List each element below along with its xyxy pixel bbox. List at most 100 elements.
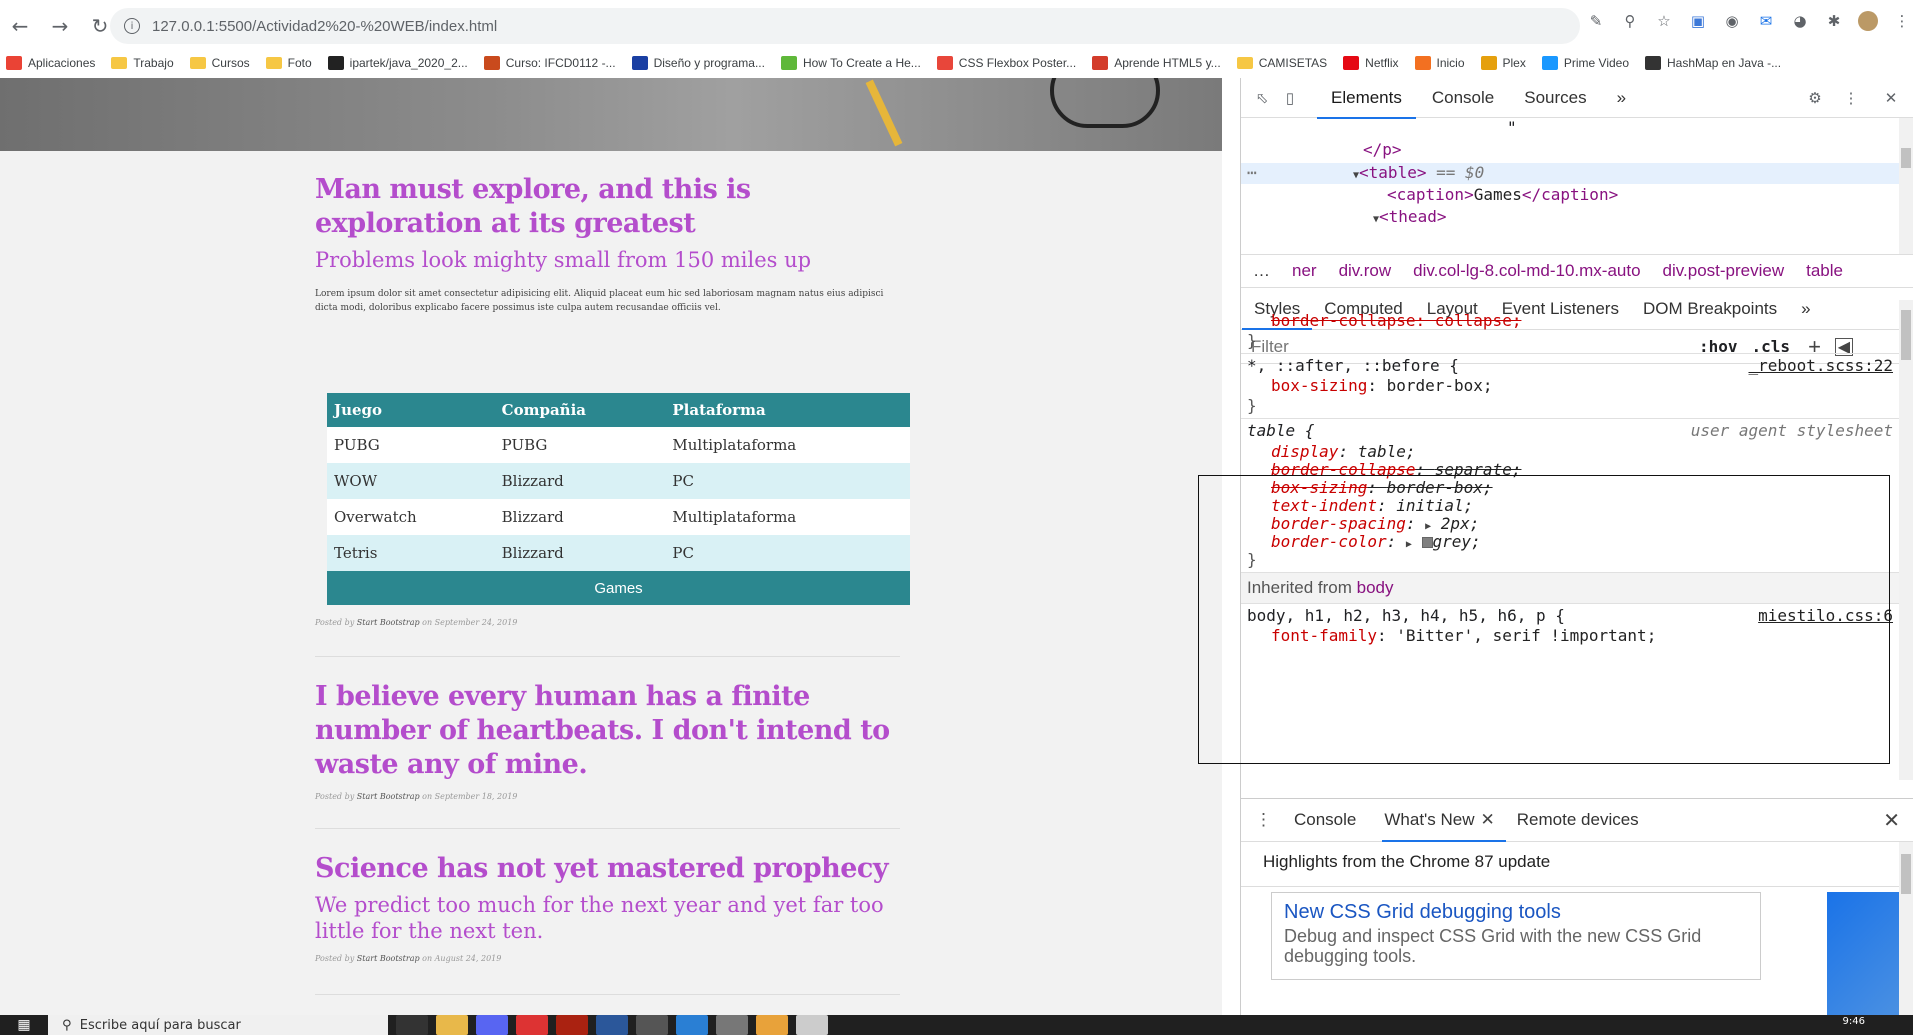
css-declaration[interactable]: text-indent: initial;	[1271, 496, 1473, 515]
expand-icon[interactable]: ▶	[1425, 521, 1431, 532]
vscode-icon[interactable]	[676, 1015, 708, 1035]
breadcrumb-item[interactable]: ner	[1292, 261, 1317, 281]
post-subtitle[interactable]: Problems look mighty small from 150 mile…	[315, 247, 900, 273]
taskbar-search[interactable]: ⚲ Escribe aquí para buscar	[48, 1015, 388, 1035]
app-icon[interactable]	[556, 1015, 588, 1035]
css-declaration[interactable]: border-color: ▶ grey;	[1271, 532, 1481, 551]
bookmark-item[interactable]: Curso: IFCD0112 -...	[483, 56, 616, 70]
puzzle-icon[interactable]: ✱	[1823, 10, 1845, 32]
tab-dom-breakpoints[interactable]: DOM Breakpoints	[1643, 299, 1777, 319]
device-toolbar-icon[interactable]: ▯	[1279, 87, 1301, 109]
rule-source-link[interactable]: _reboot.scss:22	[1749, 356, 1894, 375]
css-declaration[interactable]: border-collapse: separate;	[1271, 460, 1521, 479]
bookmark-item[interactable]: Cursos	[189, 56, 250, 70]
bookmark-item[interactable]: Aplicaciones	[6, 56, 95, 70]
dom-close-p[interactable]: </p>	[1363, 140, 1402, 159]
drawer-tab-remote-devices[interactable]: Remote devices	[1517, 810, 1639, 830]
forward-button[interactable]: →	[40, 6, 80, 46]
rule-selector[interactable]: *, ::after, ::before {	[1247, 356, 1459, 375]
dom-thead-node[interactable]: ▼<thead>	[1373, 207, 1446, 226]
zoom-icon[interactable]: ⚲	[1619, 10, 1641, 32]
css-declaration[interactable]: border-spacing: ▶ 2px;	[1271, 514, 1479, 533]
post-author[interactable]: Start Bootstrap	[357, 618, 420, 627]
extension-icon[interactable]: ◉	[1721, 10, 1743, 32]
css-declaration[interactable]: display: table;	[1271, 442, 1416, 461]
bookmark-item[interactable]: CSS Flexbox Poster...	[936, 56, 1076, 70]
calculator-icon[interactable]	[636, 1015, 668, 1035]
bookmark-item[interactable]: Foto	[265, 56, 312, 70]
drawer-close-icon[interactable]: ✕	[1883, 808, 1900, 833]
url-field[interactable]: i 127.0.0.1:5500/Actividad2%20-%20WEB/in…	[110, 8, 1580, 44]
more-subtabs-icon[interactable]: »	[1801, 299, 1810, 319]
rule-selector[interactable]: table {	[1247, 421, 1314, 440]
scrollbar-thumb[interactable]	[1901, 148, 1911, 168]
post-author[interactable]: Start Bootstrap	[357, 954, 420, 963]
breadcrumb-more-icon[interactable]: …	[1253, 261, 1270, 281]
bookmark-item[interactable]: HashMap en Java -...	[1645, 56, 1781, 70]
gear-icon[interactable]: ⚙	[1804, 87, 1826, 109]
dom-scrollbar[interactable]	[1899, 118, 1913, 254]
app-icon[interactable]	[716, 1015, 748, 1035]
breadcrumb-item[interactable]: div.post-preview	[1663, 261, 1785, 281]
post-title[interactable]: I believe every human has a finite numbe…	[315, 680, 900, 782]
windows-start-icon[interactable]: ▦	[0, 1015, 48, 1035]
drawer-tab-console[interactable]: Console	[1294, 810, 1356, 830]
post-subtitle[interactable]: We predict too much for the next year an…	[315, 892, 900, 944]
rule-selector[interactable]: body, h1, h2, h3, h4, h5, h6, p {	[1247, 606, 1565, 625]
inspect-element-icon[interactable]: ⬁	[1251, 87, 1273, 109]
more-tabs-icon[interactable]: »	[1617, 78, 1626, 118]
app-icon[interactable]	[796, 1015, 828, 1035]
app-icon[interactable]	[756, 1015, 788, 1035]
avatar[interactable]	[1857, 10, 1879, 32]
rule-source-link[interactable]: miestilo.css:6	[1758, 606, 1893, 625]
drawer-tab-whats-new[interactable]: What's New	[1384, 810, 1474, 830]
post-title[interactable]: Man must explore, and this is exploratio…	[315, 173, 900, 241]
task-view-icon[interactable]	[396, 1015, 428, 1035]
css-declaration[interactable]: box-sizing: border-box;	[1271, 376, 1493, 395]
new-extension-icon[interactable]: ✉	[1755, 10, 1777, 32]
bookmark-item[interactable]: Plex	[1480, 56, 1526, 70]
dom-caption-node[interactable]: <caption>Games</caption>	[1387, 185, 1618, 204]
devtools-menu-icon[interactable]: ⋮	[1840, 87, 1862, 109]
close-icon[interactable]: ✕	[1880, 87, 1902, 109]
star-icon[interactable]: ☆	[1653, 10, 1675, 32]
globe-extension-icon[interactable]: ◕	[1789, 10, 1811, 32]
css-declaration[interactable]: font-family: 'Bitter', serif !important;	[1271, 626, 1656, 645]
dom-text-node[interactable]: "	[1507, 118, 1517, 137]
camera-extension-icon[interactable]: ▣	[1687, 10, 1709, 32]
drawer-menu-icon[interactable]: ⋮	[1255, 810, 1272, 830]
post-title[interactable]: Science has not yet mastered prophecy	[315, 852, 900, 886]
inherited-source[interactable]: body	[1357, 578, 1394, 598]
discord-icon[interactable]	[476, 1015, 508, 1035]
breadcrumb-item[interactable]: div.col-lg-8.col-md-10.mx-auto	[1413, 261, 1640, 281]
css-declaration[interactable]: box-sizing: border-box;	[1271, 478, 1493, 497]
color-swatch[interactable]	[1421, 537, 1433, 548]
tab-sources[interactable]: Sources	[1524, 78, 1586, 118]
styles-scrollbar[interactable]	[1899, 300, 1913, 780]
breadcrumb-item[interactable]: table	[1806, 261, 1843, 281]
info-icon[interactable]: i	[124, 18, 140, 34]
dom-table-node[interactable]: ▼<table> == $0	[1353, 163, 1484, 182]
css-declaration[interactable]: border-collapse: collapse;	[1271, 311, 1521, 330]
dom-selected-row[interactable]	[1241, 163, 1901, 184]
bookmark-item[interactable]: Diseño y programa...	[631, 56, 765, 70]
bookmark-item[interactable]: Prime Video	[1541, 56, 1629, 70]
scrollbar-thumb[interactable]	[1901, 310, 1911, 360]
close-tab-icon[interactable]: ✕	[1481, 810, 1495, 830]
back-button[interactable]: ←	[0, 6, 40, 46]
word-icon[interactable]	[596, 1015, 628, 1035]
bookmark-item[interactable]: Inicio	[1414, 56, 1465, 70]
tab-console[interactable]: Console	[1432, 78, 1494, 118]
scrollbar-thumb[interactable]	[1901, 854, 1911, 894]
post-author[interactable]: Start Bootstrap	[357, 792, 420, 801]
bookmark-item[interactable]: ipartek/java_2020_2...	[327, 56, 468, 70]
feature-card[interactable]: New CSS Grid debugging tools Debug and i…	[1271, 892, 1761, 980]
tab-elements[interactable]: Elements	[1317, 78, 1416, 119]
dom-row-menu-icon[interactable]: ⋯	[1247, 163, 1257, 182]
translate-icon[interactable]: ✎	[1585, 10, 1607, 32]
file-explorer-icon[interactable]	[436, 1015, 468, 1035]
feature-title[interactable]: New CSS Grid debugging tools	[1284, 901, 1748, 924]
bookmark-item[interactable]: Trabajo	[111, 56, 174, 70]
bookmark-item[interactable]: Netflix	[1343, 56, 1399, 70]
chrome-icon[interactable]	[516, 1015, 548, 1035]
